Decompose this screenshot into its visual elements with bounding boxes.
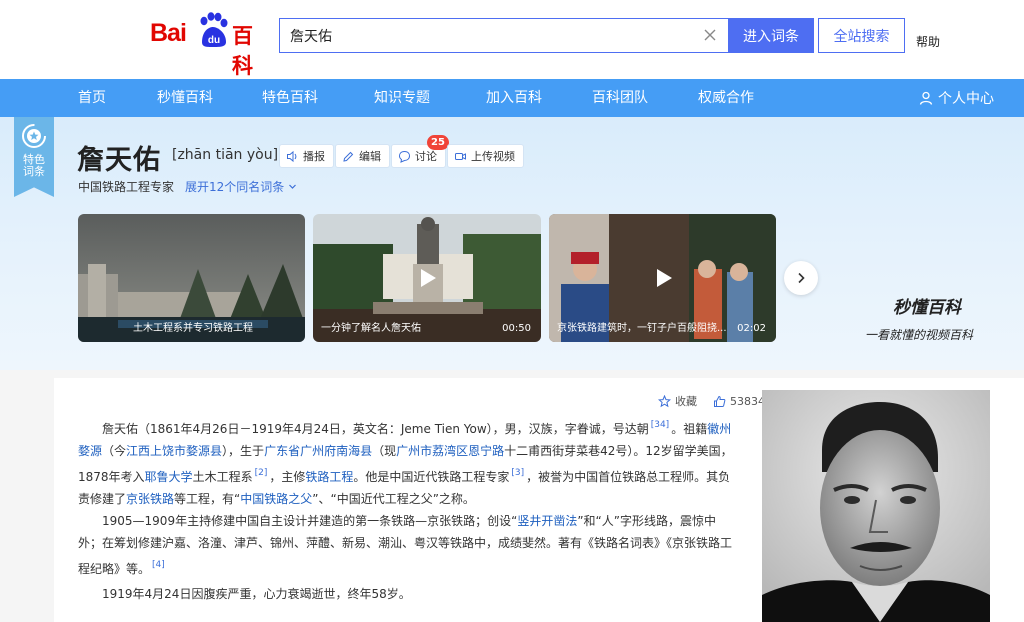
speaker-icon bbox=[287, 150, 297, 162]
video-card-1[interactable]: 土木工程系并专习铁路工程 bbox=[78, 214, 305, 342]
video-2-duration: 00:50 bbox=[502, 323, 531, 334]
reference-link[interactable]: [4] bbox=[152, 560, 165, 570]
article-content: 收藏 53834 1634 詹天佑（1861年4月26日－1919年4月24日，… bbox=[54, 378, 1024, 622]
edit-label: 编辑 bbox=[359, 150, 381, 163]
upload-video-button[interactable]: 上传视频 bbox=[447, 144, 524, 168]
expand-homonyms-label: 展开12个同名词条 bbox=[185, 180, 285, 194]
play-icon[interactable] bbox=[650, 265, 676, 291]
discuss-count-badge: 25 bbox=[427, 135, 449, 150]
edit-button[interactable]: 编辑 bbox=[335, 144, 390, 168]
article-paragraph-1: 詹天佑（1861年4月26日－1919年4月24日，英文名：Jeme Tien … bbox=[78, 414, 738, 510]
link-father-of-railway[interactable]: 中国铁路之父 bbox=[240, 492, 312, 506]
play-icon[interactable] bbox=[414, 265, 440, 291]
reference-link[interactable]: [2] bbox=[255, 468, 268, 478]
carousel-next-button[interactable] bbox=[784, 261, 818, 295]
video-top-tag bbox=[78, 214, 305, 230]
top-header: Bai du 百科 进入词条 全站搜索 帮助 bbox=[0, 0, 1024, 79]
logo-baike-text: 百科 bbox=[232, 24, 253, 78]
nav-item-join[interactable]: 加入百科 bbox=[486, 79, 542, 117]
logo-du-text: du bbox=[208, 35, 220, 46]
search-box bbox=[279, 18, 728, 53]
p1-text-e: （现 bbox=[372, 444, 397, 458]
ribbon-line2: 词条 bbox=[23, 165, 45, 178]
baidu-baike-logo[interactable]: Bai du 百科 bbox=[150, 12, 272, 78]
user-icon bbox=[919, 91, 933, 105]
p1-text-i: 。他是中国近代铁路工程专家 bbox=[353, 470, 510, 484]
video-3-caption: 京张铁路建筑时，一钉子户百般阻挠... bbox=[557, 323, 727, 334]
p3-text: 1919年4月24日因腹疾严重，心力衰竭逝世，终年58岁。 bbox=[102, 587, 411, 601]
entry-hero: 特色 词条 詹天佑 [zhān tiān yòu] 播报 编辑 讨论 25 上传… bbox=[0, 117, 1024, 370]
pencil-icon bbox=[343, 151, 354, 162]
link-railway-engineering[interactable]: 铁路工程 bbox=[305, 470, 353, 484]
featured-entry-ribbon: 特色 词条 bbox=[14, 117, 54, 197]
article-paragraph-2: 1905—1909年主持修建中国自主设计并建造的第一条铁路—京张铁路；创设“竖井… bbox=[78, 510, 738, 580]
nav-item-topics[interactable]: 知识专题 bbox=[374, 79, 430, 117]
user-center-label: 个人中心 bbox=[938, 91, 994, 107]
chevron-right-icon bbox=[798, 272, 805, 284]
p1-text-h: ，主修 bbox=[269, 470, 306, 484]
broadcast-label: 播报 bbox=[303, 150, 325, 163]
user-center-link[interactable]: 个人中心 bbox=[919, 79, 994, 117]
nav-item-team[interactable]: 百科团队 bbox=[592, 79, 648, 117]
video-card-2[interactable]: 一分钟了解名人詹天佑 00:50 bbox=[313, 214, 541, 342]
chat-bubble-icon bbox=[398, 150, 411, 163]
p1-text-k: 等工程，有“ bbox=[174, 492, 241, 506]
link-yale[interactable]: 耶鲁大学 bbox=[145, 470, 193, 484]
link-nanhai-county[interactable]: 广东省广州府南海县 bbox=[264, 444, 372, 458]
p1-text-d: ），生于 bbox=[222, 444, 265, 458]
star-icon bbox=[658, 394, 671, 407]
logo-bai-text: Bai bbox=[150, 19, 187, 47]
entry-pinyin: [zhān tiān yòu] bbox=[172, 147, 279, 163]
thumbs-up-icon bbox=[714, 395, 726, 407]
favorite-label: 收藏 bbox=[675, 395, 697, 408]
like-count: 53834 bbox=[730, 394, 765, 408]
p2-text-a: 1905—1909年主持修建中国自主设计并建造的第一条铁路—京张铁路；创设“ bbox=[102, 514, 518, 528]
nav-item-cooperation[interactable]: 权威合作 bbox=[698, 79, 754, 117]
portrait-photo bbox=[762, 390, 990, 622]
video-3-duration: 02:02 bbox=[737, 323, 766, 334]
link-jingzhang-railway[interactable]: 京张铁路 bbox=[126, 492, 174, 506]
p1-text-m: ”、“中国近代工程之父”之称。 bbox=[312, 492, 475, 506]
discuss-label: 讨论 bbox=[415, 150, 437, 163]
enter-entry-button[interactable]: 进入词条 bbox=[728, 18, 814, 53]
paw-icon: du bbox=[200, 12, 228, 47]
link-shaft-method[interactable]: 竖井开凿法 bbox=[517, 514, 577, 528]
p1-text-c: （今 bbox=[102, 444, 127, 458]
star-badge-icon bbox=[22, 124, 46, 148]
video-2-caption: 一分钟了解名人詹天佑 bbox=[321, 323, 421, 334]
favorite-button[interactable]: 收藏 bbox=[658, 393, 697, 409]
nav-item-home[interactable]: 首页 bbox=[78, 79, 106, 117]
p1-text-g: 土木工程系 bbox=[192, 470, 253, 484]
help-link[interactable]: 帮助 bbox=[916, 33, 940, 50]
article-paragraph-3: 1919年4月24日因腹疾严重，心力衰竭逝世，终年58岁。 bbox=[78, 583, 738, 605]
p1-text-b: 。祖籍 bbox=[671, 422, 708, 436]
miaodong-brand: 秒懂百科 bbox=[893, 298, 961, 318]
link-wuyuan-county[interactable]: 江西上饶市婺源县 bbox=[126, 444, 222, 458]
reference-link[interactable]: [3] bbox=[511, 468, 524, 478]
nav-item-featured[interactable]: 特色百科 bbox=[262, 79, 318, 117]
entry-title: 詹天佑 bbox=[77, 145, 161, 176]
miaodong-slogan: 一看就懂的视频百科 bbox=[865, 328, 974, 342]
clear-icon[interactable] bbox=[702, 27, 718, 43]
portrait-image[interactable] bbox=[762, 390, 990, 622]
site-search-button[interactable]: 全站搜索 bbox=[818, 18, 905, 53]
p1-text-a: 詹天佑（1861年4月26日－1919年4月24日，英文名：Jeme Tien … bbox=[102, 422, 649, 436]
nav-item-miaodong[interactable]: 秒懂百科 bbox=[157, 79, 213, 117]
video-card-3[interactable]: 京张铁路建筑时，一钉子户百般阻挠... 02:02 bbox=[549, 214, 776, 342]
expand-homonyms-link[interactable]: 展开12个同名词条 bbox=[185, 178, 297, 195]
link-enning-road[interactable]: 广州市荔湾区恩宁路 bbox=[396, 444, 504, 458]
chevron-down-icon bbox=[289, 184, 297, 189]
video-camera-icon bbox=[455, 152, 466, 160]
reference-link[interactable]: [34] bbox=[651, 420, 669, 430]
video-1-caption: 土木工程系并专习铁路工程 bbox=[133, 323, 253, 334]
search-input[interactable] bbox=[280, 19, 680, 52]
entry-subtitle: 中国铁路工程专家 bbox=[78, 180, 175, 194]
main-nav: 首页 秒懂百科 特色百科 知识专题 加入百科 百科团队 权威合作 个人中心 bbox=[0, 79, 1024, 117]
broadcast-button[interactable]: 播报 bbox=[279, 144, 334, 168]
upload-video-label: 上传视频 bbox=[471, 150, 515, 163]
like-button[interactable]: 53834 bbox=[713, 393, 765, 409]
